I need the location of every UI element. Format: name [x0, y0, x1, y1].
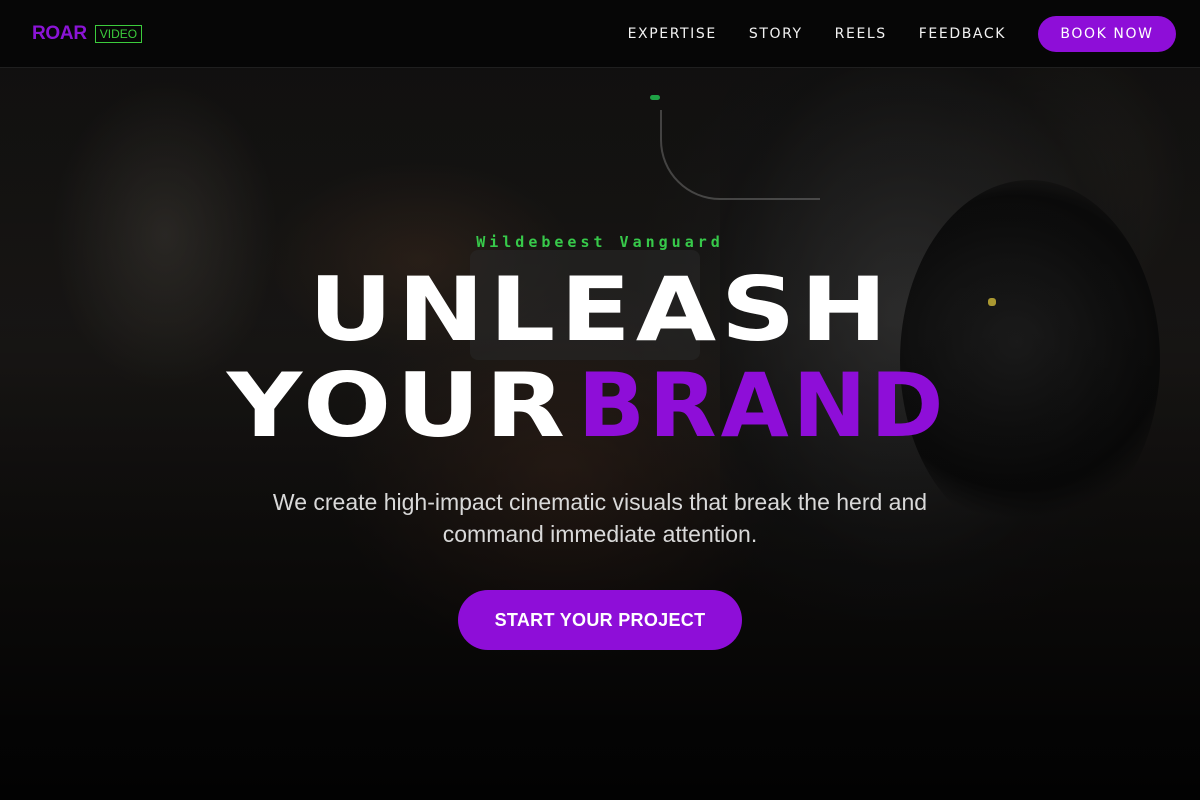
headline-word-your: YOUR: [226, 354, 570, 457]
nav-links: EXPERTISE STORY REELS FEEDBACK BOOK NOW: [628, 15, 1176, 52]
logo-tag: VIDEO: [94, 24, 143, 43]
headline-line-1: UNLEASH: [0, 262, 1200, 358]
hero-eyebrow: Wildebeest Vanguard: [476, 233, 724, 251]
nav-link-story[interactable]: STORY: [749, 26, 803, 42]
nav-link-expertise[interactable]: EXPERTISE: [628, 26, 717, 42]
hero-headline: UNLEASH YOUR BRAND: [0, 262, 1200, 454]
start-project-button[interactable]: START YOUR PROJECT: [458, 590, 742, 650]
nav-link-feedback[interactable]: FEEDBACK: [919, 26, 1006, 42]
headline-word-brand: BRAND: [577, 354, 948, 457]
headline-line-2: YOUR BRAND: [0, 358, 1200, 454]
hero-subheading: We create high-impact cinematic visuals …: [272, 489, 928, 547]
headline-word-unleash: UNLEASH: [308, 258, 892, 361]
nav-link-reels[interactable]: REELS: [835, 26, 887, 42]
logo[interactable]: ROAR VIDEO: [32, 22, 143, 45]
top-navbar: ROAR VIDEO EXPERTISE STORY REELS FEEDBAC…: [0, 0, 1200, 68]
book-now-button[interactable]: BOOK NOW: [1038, 15, 1176, 52]
logo-wordmark: ROAR: [32, 22, 87, 44]
